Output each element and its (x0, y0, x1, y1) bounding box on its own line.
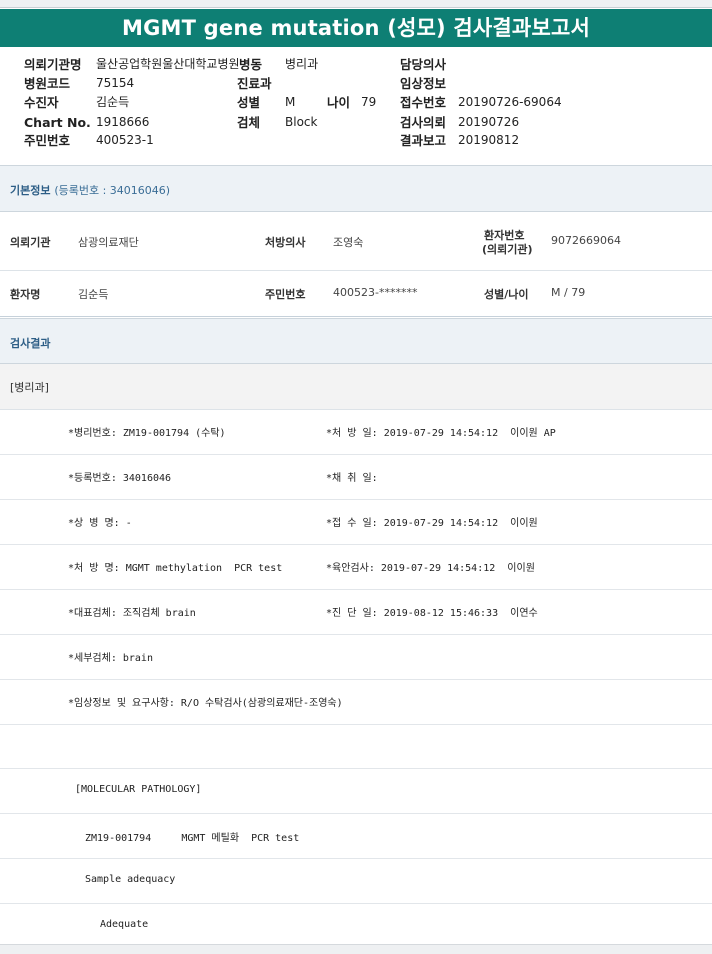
result-row-left: *등록번호: 34016046 (68, 473, 172, 484)
result-row-left: *처 방 명: MGMT methylation PCR test (68, 563, 283, 574)
result-row-left: *임상정보 및 요구사항: R/O 수탁검사(삼광의료재단-조영숙) (68, 698, 343, 709)
window-top-strip (0, 0, 712, 8)
resident-value: 400523-******* (333, 286, 418, 299)
specimen-value: Block (285, 115, 318, 129)
patient-name-value: 김순득 (78, 288, 109, 301)
dept-row: [병리과] (0, 364, 712, 410)
request-label: 검사의뢰 (400, 115, 447, 130)
org-value: 삼광의료재단 (78, 236, 139, 249)
result-row-right: *육안검사: 2019-07-29 14:54:12 이이원 (326, 563, 535, 574)
report-date-label: 결과보고 (400, 133, 447, 148)
clinical-info-label: 임상정보 (400, 76, 447, 91)
blank-row (0, 725, 712, 769)
result-row-left: *상 병 명: - (68, 518, 132, 529)
dept-label: [병리과] (10, 381, 49, 394)
resident-label: 주민번호 (265, 288, 306, 301)
molecular-pathology-header: [MOLECULAR PATHOLOGY] (75, 784, 202, 795)
dept-label: 진료과 (237, 76, 272, 91)
patient-no-value: 9072669064 (551, 234, 621, 247)
adequate-value: Adequate (100, 919, 149, 930)
result-row: *세부검체: brain (0, 635, 712, 680)
result-row-left: *세부검체: brain (68, 653, 153, 664)
prescriber-value: 조영숙 (333, 236, 364, 249)
test-line: ZM19-001794 MGMT 메틸화 PCR test (85, 833, 300, 844)
sample-adequacy-row: Sample adequacy (0, 859, 712, 904)
resident-no-label: 주민번호 (24, 133, 71, 148)
test-line-row: ZM19-001794 MGMT 메틸화 PCR test (0, 814, 712, 859)
prescriber-label: 처방의사 (265, 236, 306, 249)
basic-info-title: 기본정보 (10, 184, 51, 197)
hospital-code-label: 병원코드 (24, 76, 71, 91)
result-row: *병리번호: ZM19-001794 (수탁) *처 방 일: 2019-07-2… (0, 410, 712, 455)
doctor-label: 담당의사 (400, 57, 447, 72)
adequate-row: Adequate (0, 904, 712, 944)
org-label: 의뢰기관 (10, 236, 51, 249)
request-value: 20190726 (458, 115, 520, 129)
receipt-no-label: 접수번호 (400, 95, 447, 110)
result-row-right: *처 방 일: 2019-07-29 14:54:12 이이원 AP (326, 428, 556, 439)
receipt-no-value: 20190726-69064 (458, 95, 562, 109)
bottom-strip (0, 944, 712, 954)
collector-label: 수진자 (24, 95, 59, 110)
result-row-left: *대표검체: 조직검체 brain (68, 608, 196, 619)
age-value: 79 (361, 95, 377, 109)
result-row: *상 병 명: - *접 수 일: 2019-07-29 14:54:12 이이원 (0, 500, 712, 545)
sex-value: M (285, 95, 296, 109)
report-date-value: 20190812 (458, 133, 520, 147)
result-row-right: *진 단 일: 2019-08-12 15:46:33 이연수 (326, 608, 538, 619)
patient-no-sublabel: (의뢰기관) (482, 243, 533, 256)
molecular-pathology-row: [MOLECULAR PATHOLOGY] (0, 769, 712, 814)
sex-age-label: 성별/나이 (484, 288, 529, 301)
result-row-left: *병리번호: ZM19-001794 (수탁) (68, 428, 226, 439)
resident-no-value: 400523-1 (96, 133, 154, 147)
chart-no-label: Chart No. (24, 115, 91, 130)
institution-label: 의뢰기관명 (24, 57, 82, 72)
age-label: 나이 (327, 95, 351, 110)
basic-info-section-header: 기본정보 (등록번호 : 34016046) (0, 165, 712, 212)
report-title: MGMT gene mutation (성모) 검사결과보고서 (0, 9, 712, 47)
report-header: 의뢰기관명 울산공업학원울산대학교병원 병동 병리과 담당의사 병원코드 751… (0, 47, 712, 165)
ward-value: 병리과 (285, 57, 319, 71)
chart-no-value: 1918666 (96, 115, 150, 129)
sample-adequacy-label: Sample adequacy (85, 874, 176, 885)
basic-info-reg-no: (등록번호 : 34016046) (54, 184, 171, 197)
collector-value: 김순득 (96, 95, 130, 109)
basic-info-row-1: 의뢰기관 삼광의료재단 처방의사 조영숙 환자번호 (의뢰기관) 9072669… (0, 212, 712, 271)
results-title: 검사결과 (10, 337, 51, 350)
result-row: *등록번호: 34016046 *채 취 일: (0, 455, 712, 500)
ward-label: 병동 (239, 57, 263, 72)
specimen-label: 검체 (237, 115, 261, 130)
hospital-code-value: 75154 (96, 76, 135, 90)
result-row: *임상정보 및 요구사항: R/O 수탁검사(삼광의료재단-조영숙) (0, 680, 712, 725)
basic-info-row-2: 환자명 김순득 주민번호 400523-******* 성별/나이 M / 79 (0, 271, 712, 317)
patient-name-label: 환자명 (10, 288, 41, 301)
result-row-right: *접 수 일: 2019-07-29 14:54:12 이이원 (326, 518, 538, 529)
result-row-right: *채 취 일: (326, 473, 378, 484)
result-row: *처 방 명: MGMT methylation PCR test *육안검사: … (0, 545, 712, 590)
institution-value: 울산공업학원울산대학교병원 (96, 57, 240, 71)
sex-age-value: M / 79 (551, 286, 586, 299)
result-row: *대표검체: 조직검체 brain *진 단 일: 2019-08-12 15:4… (0, 590, 712, 635)
results-section-header: 검사결과 (0, 318, 712, 364)
sex-label: 성별 (237, 95, 261, 110)
